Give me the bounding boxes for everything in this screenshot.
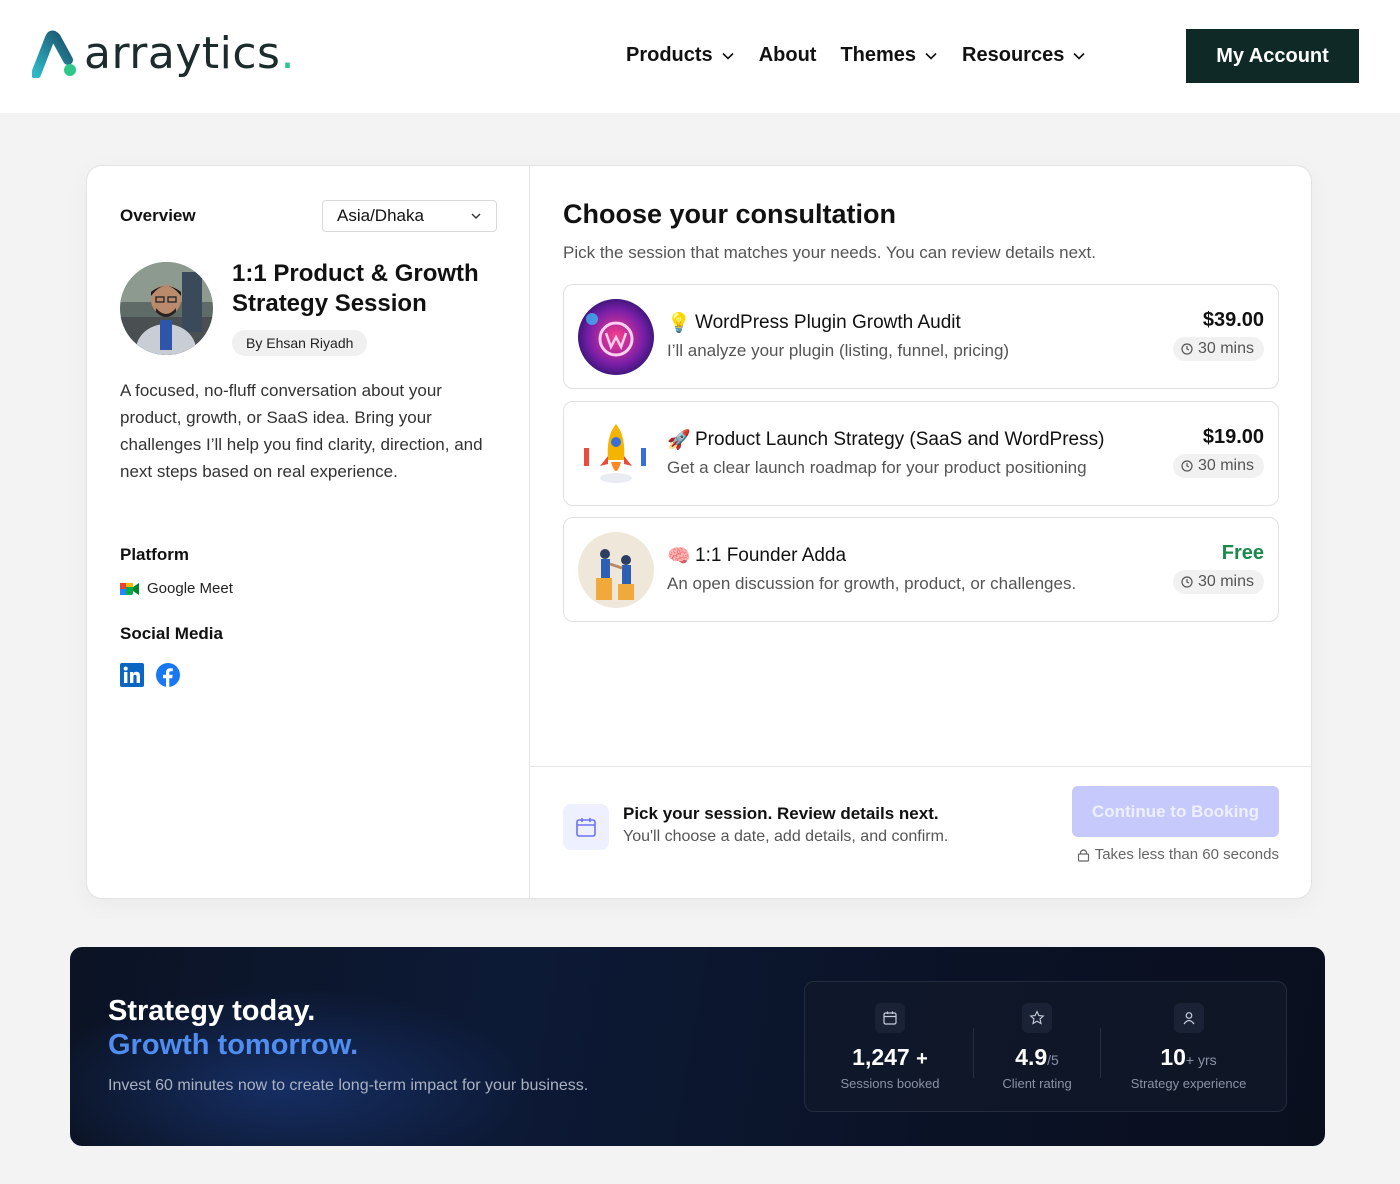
stat-label: Sessions booked xyxy=(840,1076,940,1091)
host-avatar xyxy=(120,262,213,355)
option-duration-text: 30 mins xyxy=(1197,457,1254,474)
option-duration: 30 mins xyxy=(1172,570,1264,594)
site-header: arraytics. Products About Themes Resourc… xyxy=(0,0,1400,113)
option-price: $19.00 xyxy=(1202,426,1264,448)
option-description: Get a clear launch roadmap for your prod… xyxy=(667,458,1087,477)
host-badge: By Ehsan Riyadh xyxy=(232,330,368,356)
stat-rating: 4.9/5 Client rating xyxy=(975,982,1099,1113)
session-title: 1:1 Product & Growth Strategy Session xyxy=(232,260,479,317)
option-duration-text: 30 mins xyxy=(1197,340,1254,357)
stats-box: 1,247 + Sessions booked 4.9/5 Client rat… xyxy=(804,981,1287,1112)
calendar-icon xyxy=(875,1003,905,1033)
continue-to-booking-button[interactable]: Continue to Booking xyxy=(1072,786,1279,837)
user-icon xyxy=(1173,1003,1204,1033)
stat-label: Client rating xyxy=(1002,1076,1072,1091)
nav-products[interactable]: Products xyxy=(626,44,735,67)
overview-panel: Overview Asia/Dhaka 1:1 Product & Growth… xyxy=(87,166,530,898)
option-title: 💡 WordPress Plugin Growth Audit xyxy=(667,311,961,335)
booking-footer: Pick your session. Review details next. … xyxy=(530,766,1311,898)
option-price: Free xyxy=(1221,542,1264,564)
banner-subtext: Invest 60 minutes now to create long-ter… xyxy=(108,1077,589,1094)
option-duration: 30 mins xyxy=(1172,337,1264,361)
session-description: A focused, no-fluff conversation about y… xyxy=(120,381,483,481)
stat-value: 4.9/5 xyxy=(1015,1044,1059,1070)
option-title-text: Product Launch Strategy (SaaS and WordPr… xyxy=(695,429,1105,450)
option-thumbnail xyxy=(578,532,654,608)
stat-value: 1,247 + xyxy=(852,1044,928,1070)
overview-label: Overview xyxy=(120,206,196,225)
calendar-icon xyxy=(563,804,609,850)
arraytics-logo[interactable]: arraytics. xyxy=(31,28,295,79)
nav-about[interactable]: About xyxy=(759,44,817,67)
stat-sessions: 1,247 + Sessions booked xyxy=(805,982,975,1113)
social-links xyxy=(120,663,192,692)
stat-experience: 10+ yrs Strategy experience xyxy=(1101,982,1276,1113)
chevron-down-icon xyxy=(1073,52,1085,60)
option-wordpress-plugin-audit[interactable]: 💡 WordPress Plugin Growth Audit I’ll anal… xyxy=(563,284,1279,389)
option-thumbnail xyxy=(578,299,654,375)
google-meet-icon xyxy=(120,582,139,595)
option-description: I’ll analyze your plugin (listing, funne… xyxy=(667,341,1010,360)
linkedin-icon[interactable] xyxy=(120,663,144,692)
footer-subtitle: You'll choose a date, add details, and c… xyxy=(623,828,949,845)
stat-divider xyxy=(973,1028,974,1078)
chevron-down-icon xyxy=(925,52,937,60)
time-note-text: Takes less than 60 seconds xyxy=(1094,846,1279,863)
lightbulb-icon: 💡 xyxy=(667,313,691,334)
time-note: Takes less than 60 seconds xyxy=(1077,846,1279,863)
platform-label: Platform xyxy=(120,545,189,564)
logo-mark-icon xyxy=(31,30,78,79)
banner-headline: Strategy today. xyxy=(108,995,316,1027)
option-description: An open discussion for growth, product, … xyxy=(667,574,1077,593)
nav-resources-label: Resources xyxy=(962,44,1065,66)
lock-icon xyxy=(1077,848,1089,862)
social-media-label: Social Media xyxy=(120,624,223,643)
clock-icon xyxy=(1181,343,1193,355)
clock-icon xyxy=(1181,576,1193,588)
option-duration: 30 mins xyxy=(1172,454,1264,478)
chevron-down-icon xyxy=(722,52,734,60)
brain-icon: 🧠 xyxy=(667,546,691,567)
option-title: 🧠 1:1 Founder Adda xyxy=(667,544,846,568)
footer-title: Pick your session. Review details next. xyxy=(623,804,939,823)
platform-name: Google Meet xyxy=(147,580,233,597)
option-title: 🚀 Product Launch Strategy (SaaS and WordP… xyxy=(667,428,1104,452)
option-product-launch-strategy[interactable]: 🚀 Product Launch Strategy (SaaS and WordP… xyxy=(563,401,1279,506)
facebook-icon[interactable] xyxy=(156,663,180,692)
nav-about-label: About xyxy=(758,44,817,66)
timezone-value: Asia/Dhaka xyxy=(337,206,424,225)
strategy-banner: Strategy today. Growth tomorrow. Invest … xyxy=(70,947,1325,1146)
chevron-down-icon xyxy=(471,213,481,219)
platform-row: Google Meet xyxy=(120,580,233,597)
nav-themes[interactable]: Themes xyxy=(840,44,938,67)
logo-text: arraytics. xyxy=(84,28,295,79)
consultation-title: Choose your consultation xyxy=(563,199,897,229)
main-nav: Products About Themes Resources xyxy=(626,44,1110,67)
my-account-button[interactable]: My Account xyxy=(1186,29,1359,83)
stat-value: 10+ yrs xyxy=(1160,1044,1217,1070)
option-thumbnail xyxy=(578,416,654,492)
option-title-text: 1:1 Founder Adda xyxy=(695,545,847,566)
nav-resources[interactable]: Resources xyxy=(962,44,1086,67)
banner-headline-accent: Growth tomorrow. xyxy=(108,1029,359,1061)
booking-card: Overview Asia/Dhaka 1:1 Product & Growth… xyxy=(86,165,1312,899)
option-title-text: WordPress Plugin Growth Audit xyxy=(695,312,961,333)
option-duration-text: 30 mins xyxy=(1197,573,1254,590)
nav-products-label: Products xyxy=(626,44,713,66)
nav-themes-label: Themes xyxy=(840,44,917,66)
option-price: $39.00 xyxy=(1202,309,1264,331)
stat-label: Strategy experience xyxy=(1130,1076,1247,1091)
rocket-icon: 🚀 xyxy=(667,430,691,451)
star-icon xyxy=(1022,1003,1052,1033)
consultation-subtitle: Pick the session that matches your needs… xyxy=(563,243,1096,262)
option-founder-adda[interactable]: 🧠 1:1 Founder Adda An open discussion for… xyxy=(563,517,1279,622)
consultation-panel: Choose your consultation Pick the sessio… xyxy=(530,166,1311,898)
timezone-select[interactable]: Asia/Dhaka xyxy=(322,200,497,232)
clock-icon xyxy=(1181,460,1193,472)
